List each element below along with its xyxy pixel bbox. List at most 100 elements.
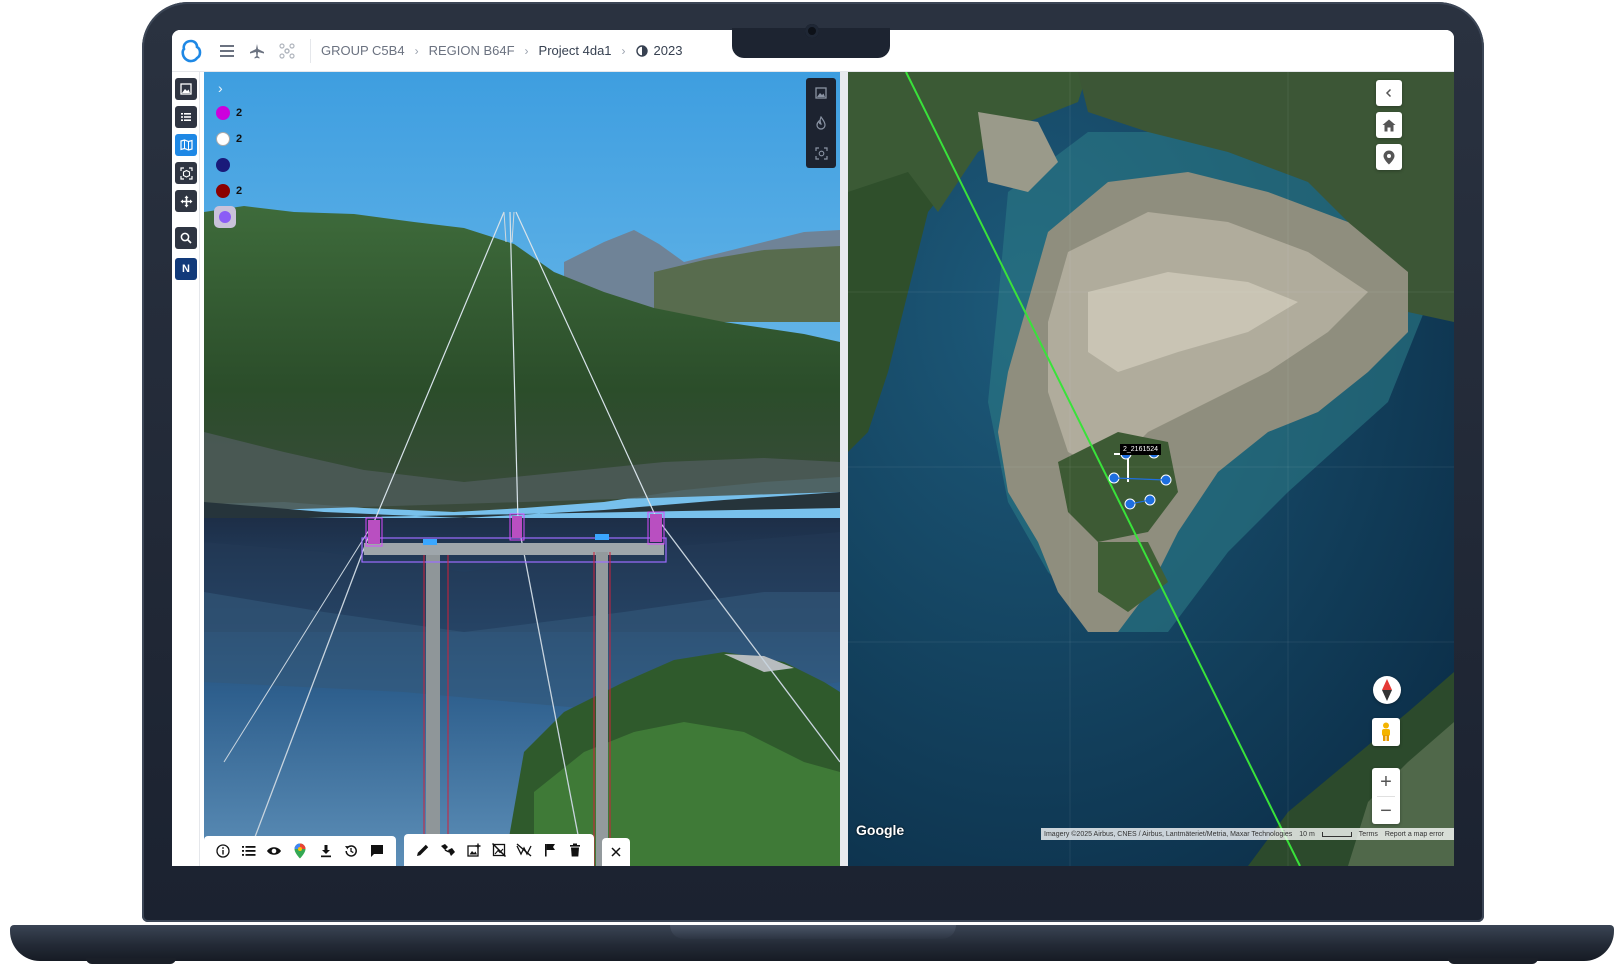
zoom-out-button[interactable]: − bbox=[1372, 797, 1400, 825]
compass-icon bbox=[1382, 679, 1392, 701]
legend-item[interactable]: 2 bbox=[214, 126, 242, 152]
scale-label[interactable]: 10 m bbox=[1299, 831, 1315, 838]
header-divider bbox=[310, 38, 311, 63]
location-pin-icon bbox=[1383, 150, 1395, 164]
collapse-map-button[interactable] bbox=[1376, 80, 1402, 106]
pegman-icon bbox=[1382, 722, 1390, 741]
delete-button[interactable] bbox=[563, 837, 588, 863]
scan-icon bbox=[179, 166, 193, 180]
move-button[interactable] bbox=[175, 190, 197, 212]
chevron-right-icon: › bbox=[621, 43, 626, 58]
remove-wires-button[interactable] bbox=[512, 837, 537, 863]
home-button[interactable] bbox=[1376, 112, 1402, 138]
move-arrows-icon bbox=[180, 195, 192, 207]
close-toolbar bbox=[602, 838, 630, 866]
locate-on-map-button[interactable] bbox=[287, 838, 313, 864]
chevron-right-icon: › bbox=[414, 43, 419, 58]
satellite-imagery bbox=[848, 72, 1454, 866]
comment-button[interactable] bbox=[364, 838, 390, 864]
legend-count: 2 bbox=[236, 133, 243, 145]
legend-item[interactable] bbox=[214, 152, 242, 178]
list-icon bbox=[181, 113, 191, 121]
image-off-icon bbox=[491, 843, 506, 857]
locate-button[interactable] bbox=[1376, 144, 1402, 170]
flame-icon[interactable] bbox=[815, 115, 827, 130]
image-icon[interactable] bbox=[815, 86, 827, 99]
image-view-button[interactable] bbox=[175, 78, 197, 100]
legend-color-swatch bbox=[216, 184, 230, 198]
info-toolbar bbox=[204, 836, 396, 866]
airplane-icon[interactable] bbox=[246, 40, 268, 62]
hide-image-button[interactable] bbox=[486, 837, 511, 863]
app-screen: GROUP C5B4 › REGION B64F › Project 4da1 … bbox=[172, 30, 1454, 866]
chevron-right-icon: › bbox=[524, 43, 529, 58]
add-image-button[interactable] bbox=[461, 837, 486, 863]
imagery-credit: Imagery ©2025 Airbus, CNES / Airbus, Lan… bbox=[1044, 830, 1293, 838]
north-button[interactable]: N bbox=[175, 258, 197, 280]
draw-button[interactable] bbox=[410, 837, 435, 863]
download-icon bbox=[320, 845, 331, 858]
search-icon bbox=[180, 232, 192, 244]
compass-button[interactable] bbox=[1373, 676, 1401, 704]
info-button[interactable] bbox=[210, 838, 236, 864]
laptop-foot-left bbox=[86, 958, 176, 964]
chevron-right-icon[interactable]: › bbox=[218, 80, 223, 96]
legend-color-swatch bbox=[216, 132, 230, 146]
laptop-hinge-groove bbox=[670, 925, 956, 939]
report-error-link[interactable]: Report a map error bbox=[1385, 831, 1444, 838]
trash-icon bbox=[570, 843, 581, 857]
zoom-control: + − bbox=[1372, 768, 1400, 824]
edit-toolbar bbox=[404, 834, 594, 866]
street-view-button[interactable] bbox=[1372, 718, 1400, 746]
legend-item[interactable]: 2 bbox=[214, 100, 242, 126]
search-button[interactable] bbox=[175, 227, 197, 249]
menu-icon[interactable] bbox=[216, 40, 238, 62]
eye-icon bbox=[267, 847, 282, 855]
google-logo: Google bbox=[856, 822, 905, 838]
breadcrumb-group[interactable]: GROUP C5B4 bbox=[321, 43, 405, 58]
photo-viewer[interactable]: › 2 2 2 bbox=[204, 72, 840, 866]
close-icon bbox=[611, 847, 621, 857]
half-circle-icon bbox=[635, 44, 648, 57]
breadcrumb-project[interactable]: Project 4da1 bbox=[539, 43, 612, 58]
annotation-legend: 2 2 2 bbox=[214, 100, 242, 230]
info-icon bbox=[216, 844, 230, 858]
scan-icon[interactable] bbox=[814, 146, 828, 160]
transform-button[interactable] bbox=[435, 837, 460, 863]
transform-icon bbox=[441, 844, 456, 856]
flag-button[interactable] bbox=[537, 837, 562, 863]
left-toolbar: N bbox=[172, 72, 200, 866]
inspection-photo bbox=[204, 72, 840, 866]
history-button[interactable] bbox=[339, 838, 365, 864]
download-button[interactable] bbox=[313, 838, 339, 864]
breadcrumb-year[interactable]: 2023 bbox=[654, 43, 683, 58]
close-button[interactable] bbox=[603, 839, 629, 865]
zoom-in-button[interactable]: + bbox=[1372, 768, 1400, 796]
legend-item[interactable] bbox=[214, 204, 242, 230]
chevron-left-icon bbox=[1385, 88, 1392, 98]
list-icon bbox=[241, 846, 256, 856]
image-icon bbox=[180, 83, 192, 95]
asset-id-label[interactable]: 2_2161524 bbox=[1120, 444, 1162, 455]
legend-item[interactable]: 2 bbox=[214, 178, 242, 204]
legend-count: 2 bbox=[236, 185, 243, 197]
satellite-map[interactable]: 2_2161524 + − Google Imagery ©2025 Airbu… bbox=[848, 72, 1454, 866]
3d-view-button[interactable] bbox=[175, 162, 197, 184]
add-photo-icon bbox=[466, 843, 481, 857]
photo-side-tools bbox=[806, 78, 836, 168]
laptop-foot-right bbox=[1448, 958, 1538, 964]
split-divider[interactable] bbox=[840, 72, 848, 866]
app-logo-icon[interactable] bbox=[180, 39, 202, 63]
drone-icon[interactable] bbox=[276, 40, 298, 62]
history-icon bbox=[345, 845, 358, 857]
legend-color-swatch bbox=[214, 206, 236, 228]
wire-off-icon bbox=[516, 843, 532, 857]
terms-link[interactable]: Terms bbox=[1359, 831, 1378, 838]
camera-icon bbox=[805, 24, 819, 38]
list-view-button[interactable] bbox=[175, 106, 197, 128]
comment-icon bbox=[371, 845, 384, 857]
breadcrumb-region[interactable]: REGION B64F bbox=[429, 43, 515, 58]
list-button[interactable] bbox=[236, 838, 262, 864]
visibility-button[interactable] bbox=[261, 838, 287, 864]
map-view-button[interactable] bbox=[175, 134, 197, 156]
